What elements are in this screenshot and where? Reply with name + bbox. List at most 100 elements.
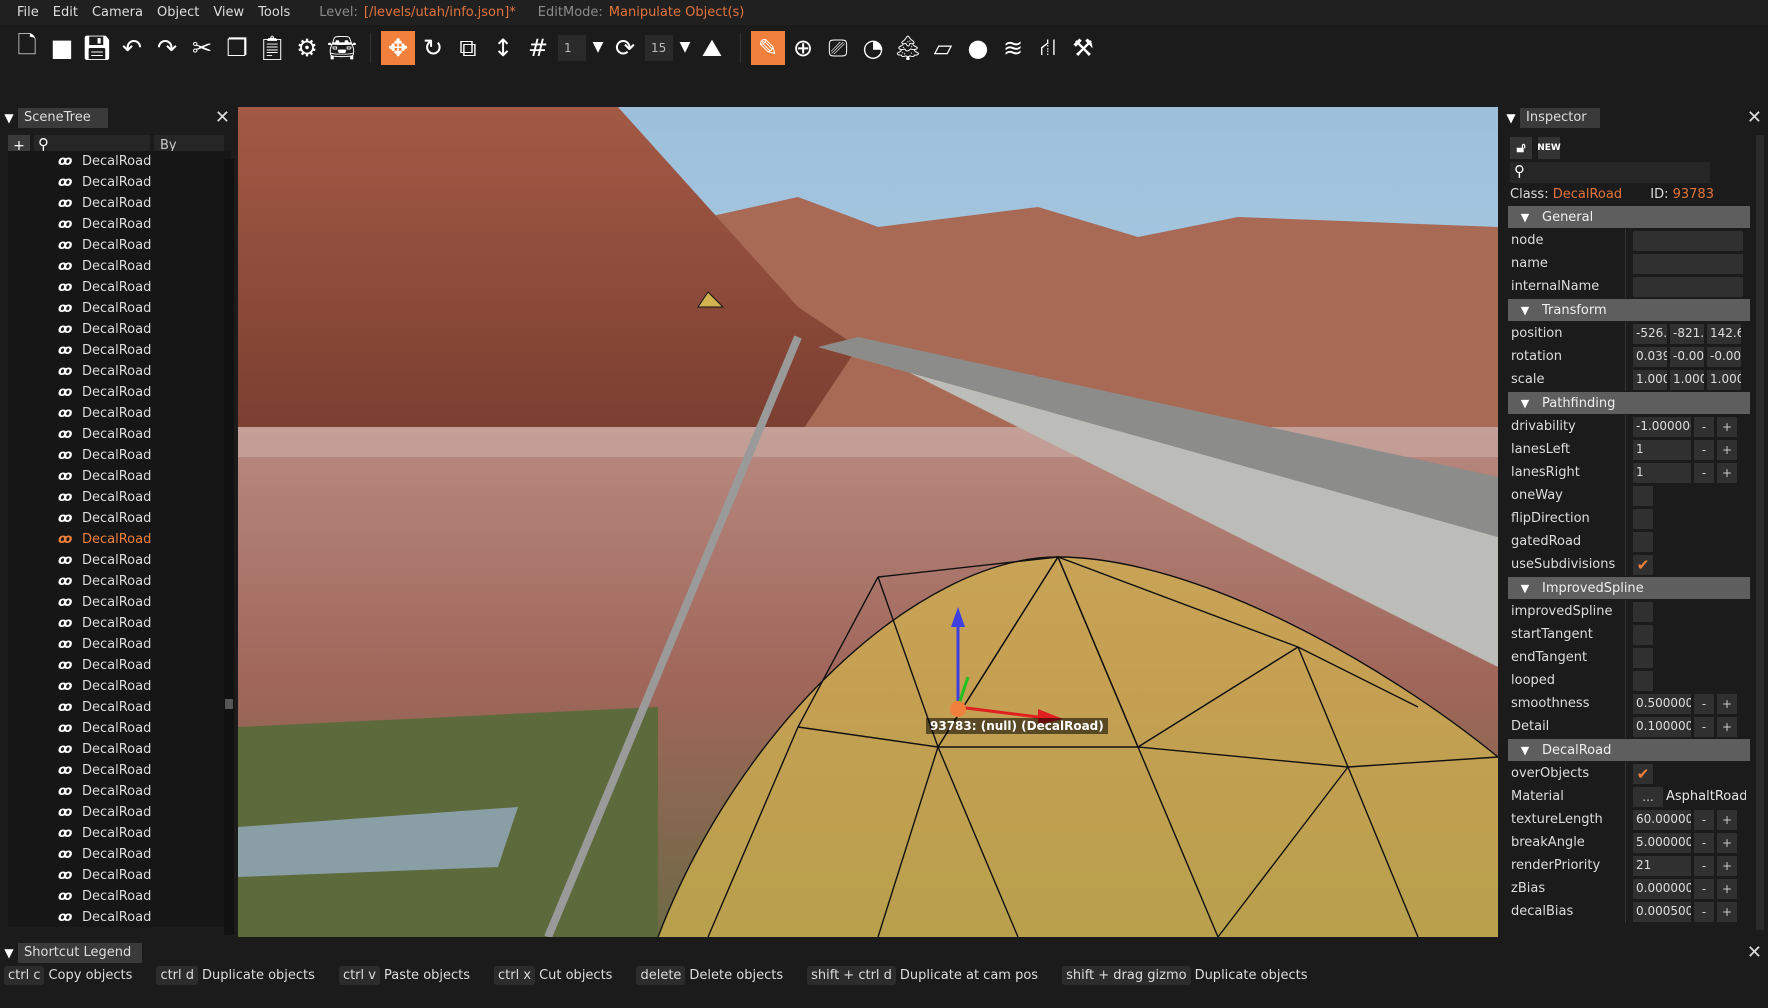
zBias-field[interactable]: 0.000000 — [1633, 878, 1691, 899]
renderPriority-field[interactable]: 21 — [1633, 855, 1691, 876]
rotation-snap-input[interactable]: 15 — [645, 35, 673, 61]
scenetree-item[interactable]: ꝏ DecalRoad — [8, 256, 230, 277]
scenetree-item[interactable]: ꝏ DecalRoad — [8, 277, 230, 298]
decrement-button[interactable]: - — [1694, 878, 1714, 899]
looped-checkbox[interactable] — [1633, 670, 1653, 691]
decal-icon[interactable]: ◔ — [856, 31, 890, 65]
rotate-gizmo-icon[interactable]: ↻ — [416, 31, 450, 65]
terrain-tools-icon[interactable]: ⚒ — [1066, 31, 1100, 65]
close-icon[interactable]: ✕ — [215, 107, 230, 128]
increment-button[interactable]: + — [1717, 693, 1737, 714]
scale-component[interactable]: 1.000 — [1633, 369, 1667, 390]
scenetree-item[interactable]: ꝏ DecalRoad — [8, 235, 230, 256]
position-component[interactable]: -821. — [1670, 323, 1704, 344]
scenetree-item[interactable]: ꝏ DecalRoad — [8, 508, 230, 529]
decrement-button[interactable]: - — [1694, 416, 1714, 437]
section-decalroad[interactable]: ▼ DecalRoad — [1508, 739, 1750, 761]
paste-icon[interactable]: 📋︎ — [255, 31, 289, 65]
redo-icon[interactable]: ↷ — [150, 31, 184, 65]
increment-button[interactable]: + — [1717, 416, 1737, 437]
overObjects-checkbox[interactable]: ✔ — [1633, 763, 1653, 784]
node-field[interactable] — [1633, 230, 1743, 251]
endTangent-checkbox[interactable] — [1633, 647, 1653, 668]
scenetree-item[interactable]: ꝏ DecalRoad — [8, 655, 230, 676]
breakAngle-field[interactable]: 5.000000 — [1633, 832, 1691, 853]
close-icon[interactable]: ✕ — [1747, 942, 1762, 963]
scenetree-item[interactable]: ꝏ DecalRoad — [8, 886, 230, 907]
decrement-button[interactable]: - — [1694, 716, 1714, 737]
menu-camera[interactable]: Camera — [85, 5, 150, 20]
rocks-icon[interactable]: ● — [961, 31, 995, 65]
scenetree-item[interactable]: ꝏ DecalRoad — [8, 739, 230, 760]
lock-icon[interactable]: 🔓︎ — [1510, 137, 1532, 159]
decrement-button[interactable]: - — [1694, 462, 1714, 483]
flipDirection-checkbox[interactable] — [1633, 508, 1653, 529]
improvedSpline-checkbox[interactable] — [1633, 601, 1653, 622]
scenetree-item[interactable]: ꝏ DecalRoad — [8, 802, 230, 823]
scenetree-item[interactable]: ꝏ DecalRoad — [8, 781, 230, 802]
scenetree-item[interactable]: ꝏ DecalRoad — [8, 214, 230, 235]
position-component[interactable]: 142.6 — [1707, 323, 1741, 344]
road-icon[interactable]: ⛙ — [1031, 31, 1065, 65]
Detail-field[interactable]: 0.100000 — [1633, 716, 1691, 737]
menu-object[interactable]: Object — [150, 5, 206, 20]
scenetree-item[interactable]: ꝏ DecalRoad — [8, 340, 230, 361]
scenetree-item[interactable]: ꝏ DecalRoad — [8, 487, 230, 508]
gatedRoad-checkbox[interactable] — [1633, 531, 1653, 552]
scenetree-item[interactable]: ꝏ DecalRoad — [8, 613, 230, 634]
world-axis-icon[interactable]: ↕ — [486, 31, 520, 65]
grid-snap-icon[interactable]: # — [521, 31, 555, 65]
inspector-title[interactable]: Inspector — [1520, 108, 1600, 128]
internalName-field[interactable] — [1633, 276, 1743, 297]
scenetree-item[interactable]: ꝏ DecalRoad — [8, 403, 230, 424]
new-window-button[interactable]: NEW — [1537, 137, 1561, 159]
position-component[interactable]: -526. — [1633, 323, 1667, 344]
scenetree-item[interactable]: ꝏ DecalRoad — [8, 697, 230, 718]
scenetree-title[interactable]: SceneTree — [18, 108, 108, 128]
scale-component[interactable]: 1.000 — [1670, 369, 1704, 390]
scenetree-item[interactable]: ꝏ DecalRoad — [8, 172, 230, 193]
increment-button[interactable]: + — [1717, 855, 1737, 876]
scenetree-item[interactable]: ꝏ DecalRoad — [8, 592, 230, 613]
lanesLeft-field[interactable]: 1 — [1633, 439, 1691, 460]
collapse-icon[interactable]: ▼ — [0, 946, 18, 960]
smoothness-field[interactable]: 0.500000 — [1633, 693, 1691, 714]
decrement-button[interactable]: - — [1694, 855, 1714, 876]
scenetree-scrollbar[interactable] — [224, 159, 234, 935]
cut-icon[interactable]: ✂ — [185, 31, 219, 65]
camera-path-icon[interactable]: ⎚ — [821, 31, 855, 65]
scenetree-item[interactable]: ꝏ DecalRoad — [8, 151, 230, 172]
scenetree-item[interactable]: ꝏ DecalRoad — [8, 676, 230, 697]
scenetree-item[interactable]: ꝏ DecalRoad — [8, 844, 230, 865]
menu-view[interactable]: View — [206, 5, 251, 20]
scenetree-item[interactable]: ꝏ DecalRoad — [8, 634, 230, 655]
material-browse-button[interactable]: ... — [1633, 786, 1663, 807]
rotation-snap-icon[interactable]: ⟳ — [608, 31, 642, 65]
section-general[interactable]: ▼ General — [1508, 206, 1750, 228]
rotation-component[interactable]: 0.039 — [1633, 346, 1667, 367]
decrement-button[interactable]: - — [1694, 809, 1714, 830]
inspector-search-input[interactable]: ⚲ — [1510, 162, 1710, 183]
river-icon[interactable]: ≋ — [996, 31, 1030, 65]
textureLength-field[interactable]: 60.000000 — [1633, 809, 1691, 830]
decrement-button[interactable]: - — [1694, 693, 1714, 714]
scenetree-item[interactable]: ꝏ DecalRoad — [8, 718, 230, 739]
scenetree-item[interactable]: ꝏ DecalRoad — [8, 424, 230, 445]
decrement-button[interactable]: - — [1694, 901, 1714, 922]
increment-button[interactable]: + — [1717, 439, 1737, 460]
section-pathfinding[interactable]: ▼ Pathfinding — [1508, 392, 1750, 414]
collapse-icon[interactable]: ▼ — [0, 111, 18, 125]
name-field[interactable] — [1633, 253, 1743, 274]
copy-icon[interactable]: ❐ — [220, 31, 254, 65]
settings-gear-icon[interactable]: ⚙ — [290, 31, 324, 65]
forest-icon[interactable]: 🌲︎ — [891, 31, 925, 65]
increment-button[interactable]: + — [1717, 716, 1737, 737]
translate-gizmo-icon[interactable]: ✥ — [381, 31, 415, 65]
scenetree-item[interactable]: ꝏ DecalRoad — [8, 865, 230, 886]
scroll-thumb[interactable] — [225, 699, 233, 709]
menu-edit[interactable]: Edit — [46, 5, 85, 20]
scenetree-item[interactable]: ꝏ DecalRoad — [8, 550, 230, 571]
scenetree-item[interactable]: ꝏ DecalRoad — [8, 319, 230, 340]
scale-component[interactable]: 1.000 — [1707, 369, 1741, 390]
legend-title[interactable]: Shortcut Legend — [18, 943, 142, 963]
